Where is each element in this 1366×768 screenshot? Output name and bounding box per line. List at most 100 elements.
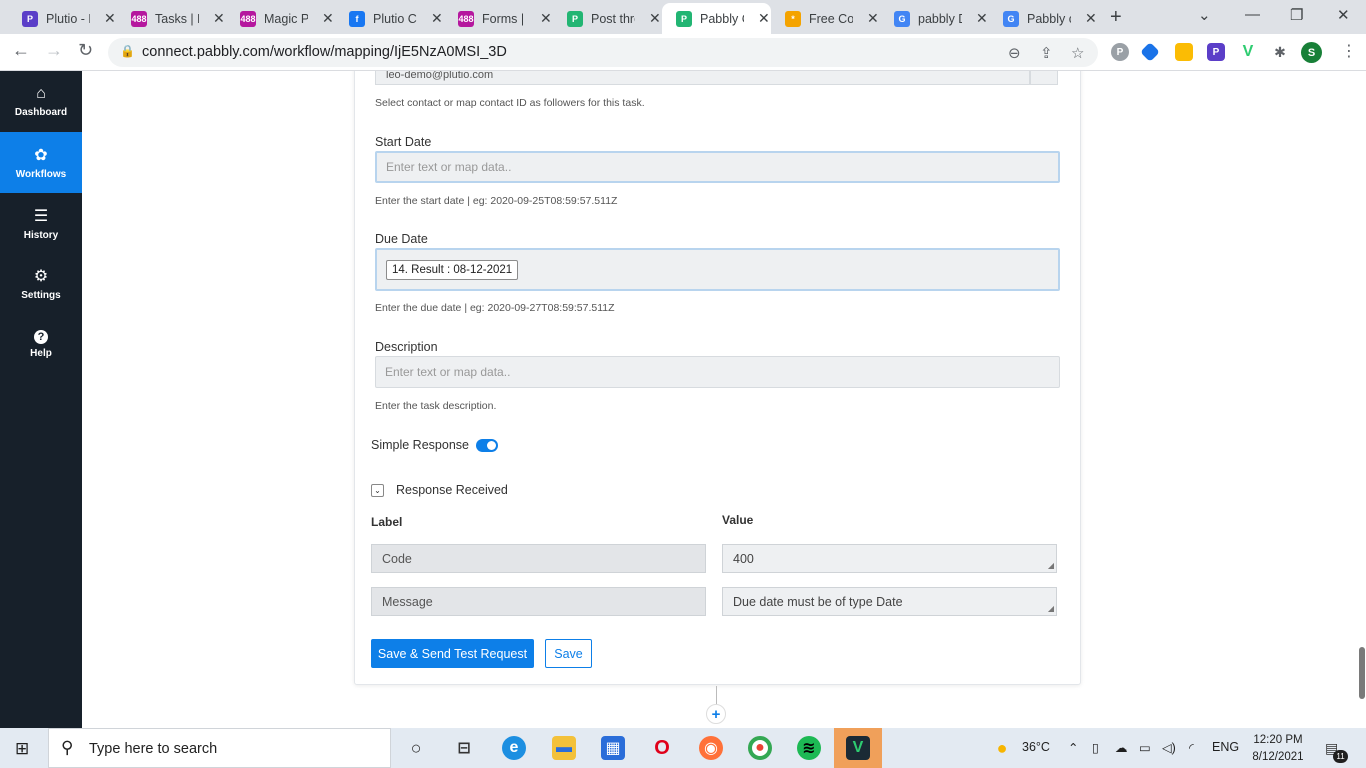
page-scrollbar[interactable]	[1359, 647, 1365, 699]
address-bar[interactable]: 🔒 connect.pabbly.com/workflow/mapping/Ij…	[108, 38, 1098, 67]
followers-input[interactable]: leo-demo@plutio.com	[375, 71, 1030, 85]
resize-handle-icon[interactable]: ◢	[1048, 561, 1054, 570]
sidebar-item-settings[interactable]: ⚙ Settings	[0, 253, 82, 314]
history-icon: ☰	[33, 208, 49, 225]
share-icon[interactable]: ⇪	[1040, 44, 1053, 62]
cortana-icon[interactable]: ○	[404, 736, 428, 760]
language-indicator[interactable]: ENG	[1212, 740, 1239, 754]
response-received-chevron-icon[interactable]: ⌄	[371, 484, 384, 497]
tab-title: Tasks | K	[155, 11, 199, 26]
spotify-icon[interactable]: ≋	[797, 736, 821, 760]
response-value-text: 400	[733, 551, 754, 566]
due-date-input[interactable]: 14. Result : 08-12-2021	[375, 248, 1060, 291]
tab-close-icon[interactable]: ✕	[213, 10, 225, 27]
simple-response-toggle[interactable]	[476, 439, 498, 452]
browser-tab[interactable]: 488 Tasks | K ✕	[117, 3, 226, 34]
resize-handle-icon[interactable]: ◢	[1048, 604, 1054, 613]
browser-tab[interactable]: f Plutio C ✕	[335, 3, 444, 34]
extensions-puzzle-icon[interactable]: ✱	[1271, 43, 1289, 61]
simple-response-label: Simple Response	[371, 438, 469, 452]
firefox-icon[interactable]: ◉	[699, 736, 723, 760]
microsoft-store-icon[interactable]: ▦	[601, 736, 625, 760]
sidebar-item-label: Dashboard	[14, 107, 68, 118]
start-date-input[interactable]: Enter text or map data..	[375, 151, 1060, 183]
tab-search-icon[interactable]: ⌄	[1198, 6, 1211, 24]
mapped-data-chip[interactable]: 14. Result : 08-12-2021	[386, 259, 519, 280]
chrome-icon[interactable]: ●	[748, 736, 772, 760]
minimize-button[interactable]: —	[1245, 6, 1260, 23]
description-help-text: Enter the task description.	[375, 400, 497, 412]
tray-device-icon[interactable]: ▯	[1092, 740, 1099, 755]
tray-onedrive-icon[interactable]: ☁	[1115, 740, 1128, 755]
save-button[interactable]: Save	[545, 639, 592, 668]
app-sidebar: ⌂ Dashboard ✿ Workflows ☰ History ⚙ Sett…	[0, 71, 82, 728]
value-column-header: Value	[722, 513, 754, 527]
tab-favicon-icon: *	[785, 10, 801, 27]
browser-menu-icon[interactable]: ⋮	[1341, 41, 1357, 61]
add-step-plus-icon[interactable]: +	[706, 704, 726, 724]
clock-time: 12:20 PM	[1253, 734, 1303, 746]
sidebar-item-label: Workflows	[15, 169, 67, 180]
opera-icon[interactable]: O	[650, 736, 674, 760]
battery-icon[interactable]: ▭	[1139, 740, 1151, 755]
browser-tab[interactable]: 488 Magic P ✕	[226, 3, 335, 34]
tab-close-icon[interactable]: ✕	[867, 10, 879, 27]
browser-tab[interactable]: P Pabbly C ✕	[662, 3, 771, 34]
save-and-send-test-request-button[interactable]: Save & Send Test Request	[371, 639, 534, 668]
browser-tab[interactable]: Gpabbly D ✕	[880, 3, 989, 34]
tab-close-icon[interactable]: ✕	[649, 10, 661, 27]
task-view-icon[interactable]: ⊟	[452, 736, 476, 760]
extension-plutio-icon[interactable]: P	[1207, 43, 1225, 61]
browser-tab[interactable]: G Pabbly c ✕	[989, 3, 1098, 34]
tab-close-icon[interactable]: ✕	[1085, 10, 1097, 27]
url-text[interactable]: connect.pabbly.com/workflow/mapping/IjE5…	[142, 44, 507, 60]
reload-icon[interactable]: ↻	[78, 40, 93, 61]
restore-button[interactable]: ❐	[1290, 6, 1303, 24]
tab-close-icon[interactable]: ✕	[758, 10, 770, 27]
browser-tab[interactable]: * Free Cou ✕	[771, 3, 880, 34]
weather-sun-icon[interactable]: ●	[990, 736, 1014, 760]
new-tab-button[interactable]: +	[1110, 6, 1122, 29]
zoom-icon[interactable]: ⊖	[1008, 44, 1021, 62]
response-value-code[interactable]: 400 ◢	[722, 544, 1057, 573]
extension-v-icon[interactable]: V	[1239, 43, 1257, 61]
tab-favicon-icon: P	[22, 10, 38, 27]
wifi-icon[interactable]: ◜	[1189, 740, 1194, 755]
tab-close-icon[interactable]: ✕	[431, 10, 443, 27]
back-icon[interactable]: ←	[12, 40, 30, 61]
response-value-message[interactable]: Due date must be of type Date ◢	[722, 587, 1057, 616]
workflow-connector-line	[716, 686, 717, 705]
sidebar-item-history[interactable]: ☰ History	[0, 193, 82, 254]
lock-icon[interactable]: 🔒	[120, 44, 135, 58]
extension-folder-icon[interactable]	[1175, 43, 1193, 61]
forward-icon[interactable]: →	[45, 40, 63, 61]
close-window-button[interactable]: ✕	[1337, 6, 1350, 24]
browser-tab[interactable]: P Post thre ✕	[553, 3, 662, 34]
browser-tab[interactable]: 488 Forms | ✕	[444, 3, 553, 34]
tab-close-icon[interactable]: ✕	[322, 10, 334, 27]
taskbar-search-box[interactable]: ⚲ Type here to search	[48, 728, 391, 768]
tab-title: Plutio C	[373, 11, 417, 26]
file-explorer-icon[interactable]: ▬	[552, 736, 576, 760]
description-input[interactable]: Enter text or map data..	[375, 356, 1060, 388]
tab-close-icon[interactable]: ✕	[540, 10, 552, 27]
sidebar-item-help[interactable]: ? Help	[0, 314, 82, 375]
workflow-icon: ✿	[34, 147, 48, 164]
taskbar-clock[interactable]: 12:20 PM 8/12/2021	[1248, 732, 1308, 766]
profile-avatar[interactable]: S	[1301, 42, 1322, 63]
edge-icon[interactable]: e	[502, 736, 526, 760]
tray-chevron-icon[interactable]: ⌃	[1068, 740, 1078, 755]
tab-close-icon[interactable]: ✕	[976, 10, 988, 27]
extension-p-icon[interactable]: P	[1111, 43, 1129, 61]
tab-close-icon[interactable]: ✕	[104, 10, 116, 27]
due-date-help-text: Enter the due date | eg: 2020-09-27T08:5…	[375, 302, 615, 314]
followers-dropdown-button[interactable]	[1030, 71, 1058, 85]
volume-icon[interactable]: ◁)	[1162, 740, 1176, 755]
sidebar-item-dashboard[interactable]: ⌂ Dashboard	[0, 71, 82, 132]
windows-start-icon[interactable]: ⊞	[15, 739, 29, 759]
vue-app-icon[interactable]: V	[846, 736, 870, 760]
weather-temperature[interactable]: 36°C	[1022, 740, 1050, 754]
browser-tab[interactable]: P Plutio - E ✕	[8, 3, 117, 34]
bookmark-star-icon[interactable]: ☆	[1071, 44, 1084, 62]
sidebar-item-workflows[interactable]: ✿ Workflows	[0, 132, 82, 193]
